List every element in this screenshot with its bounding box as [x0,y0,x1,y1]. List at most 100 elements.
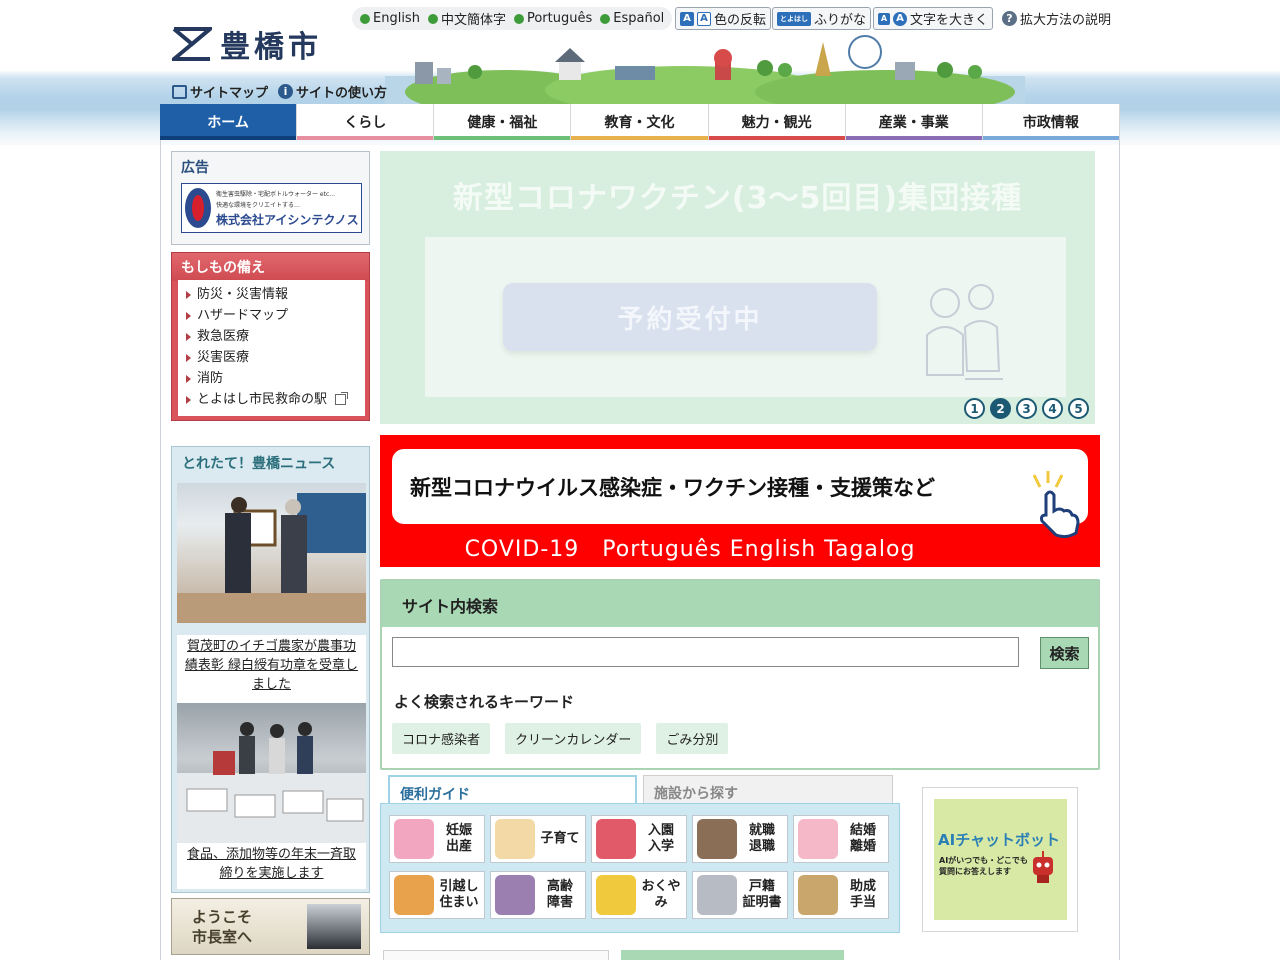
covid-languages: COVID-19 Português English Tagalog [464,537,916,562]
emergency-item[interactable]: とよはし市民救命の駅 [186,389,365,410]
lang-label: Português [526,11,593,26]
ai-sub2: 質問にお答えします [939,867,1011,876]
guide-button[interactable]: 戸籍 証明書 [692,871,788,919]
tab-convenience-guide[interactable]: 便利ガイド [388,775,637,806]
emergency-list: 防災・災害情報 ハザードマップ 救急医療 災害医療 消防 とよはし市民救命の駅 [178,280,365,416]
nav-industry[interactable]: 産業・事業 [845,104,983,140]
elderly-icon [495,875,535,915]
guide-button[interactable]: 入園 入学 [591,815,687,863]
nav-city-info[interactable]: 市政情報 [982,104,1120,140]
mayor-banner[interactable]: ようこそ 市長室へ [171,898,370,955]
howto-link[interactable]: i サイトの使い方 [278,82,387,101]
arrow-icon [186,290,191,299]
nav-tourism[interactable]: 魅力・観光 [708,104,846,140]
ai-chatbot-banner[interactable]: AIチャットボット AIがいつでも・どこでも 質問にお答えします [922,787,1078,932]
slide-cta-button[interactable]: 予約受付中 [503,283,877,351]
slide-dot[interactable]: 5 [1068,398,1089,419]
covid-banner-text: 新型コロナウイルス感染症・ワクチン接種・支援策など [392,449,1088,524]
slide-title: 新型コロナワクチン(3～5回目)集団接種 [452,181,1023,216]
mayor-photo [307,904,361,949]
news-link[interactable]: 賀茂町のイチゴ農家が農事功績表彰 緑白綬有功章を受章しました [177,635,366,703]
bottom-tab-important[interactable] [383,950,609,960]
site-logo[interactable]: 豊橋市 [168,22,322,66]
guide-button[interactable]: 高齢 障害 [490,871,586,919]
couple-icon [798,819,838,859]
vaccination-illustration-icon [926,284,1003,380]
guide-button-label: 妊娠 出産 [445,823,472,854]
slide-dot[interactable]: 3 [1016,398,1037,419]
emergency-item[interactable]: 消防 [186,368,365,389]
lang-english[interactable]: English [358,11,422,26]
furigana-button[interactable]: とよはし ふりがな [772,7,872,30]
news-title: とれたて！豊橋ニュース [182,456,336,472]
nav-living[interactable]: くらし [297,104,435,140]
emergency-box: もしもの備え 防災・災害情報 ハザードマップ 救急医療 災害医療 消防 とよはし… [171,252,370,421]
zoom-help-link[interactable]: ? 拡大方法の説明 [998,7,1115,30]
ad-title: 広告 [181,160,209,176]
slide-dot[interactable]: 4 [1042,398,1063,419]
nav-health-welfare[interactable]: 健康・福祉 [434,104,572,140]
moving-truck-icon [394,875,434,915]
guide-button[interactable]: 結婚 離婚 [793,815,889,863]
bottom-tab-news[interactable] [621,950,844,960]
sitemap-link[interactable]: サイトマップ [172,82,268,101]
lang-portuguese[interactable]: Português [512,11,594,26]
guide-tabs: 便利ガイド 施設から探す [388,775,893,806]
guide-button[interactable]: 引越し 住まい [389,871,485,919]
lang-spanish[interactable]: Español [598,11,666,26]
color-invert-icon: A [697,11,711,26]
keyword-chip[interactable]: ごみ分別 [656,723,729,754]
guide-button-label: 戸籍 証明書 [742,879,782,910]
guide-panel: 妊娠 出産 子育て 入園 入学 就職 退職 結婚 離婚引越し 住まい 高齢 障害 おくやみ 戸… [380,803,900,933]
ai-chatbot-panel: AIチャットボット AIがいつでも・どこでも 質問にお答えします [934,799,1067,920]
arrow-icon [186,395,191,404]
guide-button-label: おくやみ [641,879,681,910]
color-invert-button[interactable]: AA 色の反転 [675,7,772,30]
slide-dot[interactable]: 1 [964,398,985,419]
text-enlarge-button[interactable]: AA 文字を大きく [873,7,994,30]
keyword-chip[interactable]: コロナ感染者 [392,723,491,754]
text-enlarge-label: 文字を大きく [910,13,989,28]
lang-label: Español [613,11,665,26]
guide-button[interactable]: おくやみ [591,871,687,919]
slide-dot-active[interactable]: 2 [990,398,1011,419]
emergency-item[interactable]: 防災・災害情報 [186,284,365,305]
guide-button-label: 高齢 障害 [546,879,573,910]
ad-line2: 快適な環境をクリエイトする… [216,201,301,209]
guide-button-label: 子育て [540,831,580,846]
lang-chinese[interactable]: 中文簡体字 [426,9,508,28]
guide-button[interactable]: 就職 退職 [692,815,788,863]
search-button[interactable]: 検索 [1040,637,1089,669]
nav-home[interactable]: ホーム [160,104,298,140]
guide-button[interactable]: 妊娠 出産 [389,815,485,863]
emergency-item-label: 救急医療 [197,329,250,344]
tab-facility-search[interactable]: 施設から探す [643,775,893,806]
mayor-line2: 市長室へ [192,928,253,946]
slide-pagination: 1 2 3 4 5 [964,398,1089,419]
emergency-item[interactable]: ハザードマップ [186,305,365,326]
cityscape-illustration [385,35,1025,104]
news-photo[interactable] [177,483,366,623]
pregnancy-icon [394,819,434,859]
hero-slideshow[interactable]: 新型コロナワクチン(3～5回目)集団接種 予約受付中 1 2 3 4 5 [380,151,1095,424]
header-sublinks: サイトマップ i サイトの使い方 [172,82,387,101]
ad-banner[interactable]: 衛生害虫駆除・宅配ボトルウォーター etc... 快適な環境をクリエイトする… … [181,183,362,233]
language-bar: English 中文簡体字 Português Español [352,7,673,30]
document-icon [697,875,737,915]
news-link[interactable]: 食品、添加物等の年末一斉取締りを実施します [177,843,366,889]
ai-sub1: AIがいつでも・どこでも [939,856,1028,865]
emergency-item[interactable]: 救急医療 [186,326,365,347]
nav-education-culture[interactable]: 教育・文化 [571,104,709,140]
search-input[interactable] [392,637,1019,667]
ai-subtitle: AIがいつでも・どこでも 質問にお答えします [939,855,1028,877]
guide-button[interactable]: 子育て [490,815,586,863]
emergency-item[interactable]: 災害医療 [186,347,365,368]
arrow-icon [186,374,191,383]
news-box: とれたて！豊橋ニュース 賀茂町のイチゴ農家が農事功績表彰 緑白綬有功章を受章しま… [171,446,370,893]
guide-button[interactable]: 助成 手当 [793,871,889,919]
school-bag-icon [596,819,636,859]
keyword-chip[interactable]: クリーンカレンダー [505,723,642,754]
covid-banner[interactable]: 新型コロナウイルス感染症・ワクチン接種・支援策など COVID-19 Portu… [380,435,1100,567]
ad-line1: 衛生害虫駆除・宅配ボトルウォーター etc... [216,190,335,198]
news-photo[interactable] [177,703,366,843]
